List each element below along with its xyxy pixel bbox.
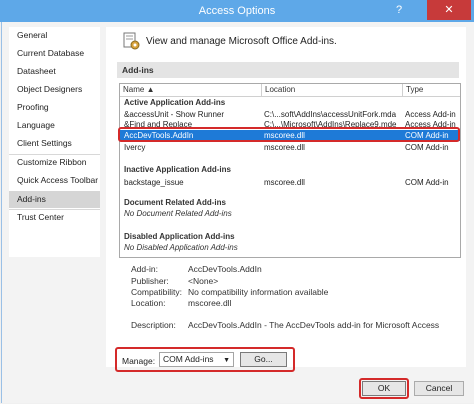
disabled-note: No Disabled Application Add-ins bbox=[124, 243, 238, 252]
sidebar-item-object-designers[interactable]: Object Designers bbox=[9, 81, 100, 98]
addins-table: Name ▲ Location Type Active Application … bbox=[119, 83, 461, 258]
table-row[interactable]: backstage_issue mscoree.dll COM Add-in bbox=[120, 177, 460, 188]
group-active: Active Application Add-ins bbox=[124, 98, 226, 107]
sidebar-item-current-database[interactable]: Current Database bbox=[9, 45, 100, 62]
sidebar-item-quick-access-toolbar[interactable]: Quick Access Toolbar bbox=[9, 172, 100, 189]
manage-select[interactable]: COM Add-ins ▼ bbox=[159, 352, 234, 367]
manage-label: Manage: bbox=[122, 356, 156, 366]
detail-compat-label: Compatibility: bbox=[131, 287, 183, 297]
header-text: View and manage Microsoft Office Add-ins… bbox=[146, 36, 337, 47]
sidebar-item-add-ins[interactable]: Add-ins bbox=[9, 191, 100, 208]
dropdown-arrow-icon: ▼ bbox=[223, 357, 230, 364]
column-header-location[interactable]: Location bbox=[262, 84, 403, 96]
group-disabled: Disabled Application Add-ins bbox=[124, 232, 235, 241]
ok-button[interactable]: OK bbox=[362, 381, 406, 396]
column-header-name[interactable]: Name ▲ bbox=[120, 84, 262, 96]
cell-type: COM Add-in bbox=[405, 143, 449, 152]
cell-name: backstage_issue bbox=[124, 178, 184, 187]
table-row[interactable]: Ivercy mscoree.dll COM Add-in bbox=[120, 142, 460, 153]
sidebar-item-customize-ribbon[interactable]: Customize Ribbon bbox=[9, 154, 100, 171]
detail-compat-value: No compatibility information available bbox=[188, 287, 329, 297]
detail-description-value: AccDevTools.AddIn - The AccDevTools add-… bbox=[188, 320, 440, 330]
detail-addin-value: AccDevTools.AddIn bbox=[188, 264, 262, 274]
detail-location-value: mscoree.dll bbox=[188, 298, 232, 308]
sidebar-item-datasheet[interactable]: Datasheet bbox=[9, 63, 100, 80]
help-button[interactable]: ? bbox=[387, 0, 411, 20]
highlight-selected-row bbox=[118, 127, 460, 142]
group-inactive: Inactive Application Add-ins bbox=[124, 165, 231, 174]
close-button[interactable]: ✕ bbox=[427, 0, 471, 20]
sidebar-item-language[interactable]: Language bbox=[9, 117, 100, 134]
cell-location: mscoree.dll bbox=[264, 178, 305, 187]
detail-publisher-value: <None> bbox=[188, 276, 219, 286]
group-document: Document Related Add-ins bbox=[124, 198, 226, 207]
section-title: Add-ins bbox=[122, 65, 154, 75]
cancel-button[interactable]: Cancel bbox=[414, 381, 464, 396]
manage-select-value: COM Add-ins bbox=[163, 354, 214, 364]
cell-location: mscoree.dll bbox=[264, 143, 305, 152]
cell-name: Ivercy bbox=[124, 143, 146, 152]
title-bar: Access Options ? ✕ bbox=[0, 0, 474, 22]
detail-addin-label: Add-in: bbox=[131, 264, 158, 274]
document-note: No Document Related Add-ins bbox=[124, 209, 232, 218]
section-header: Add-ins bbox=[117, 62, 459, 78]
detail-location-label: Location: bbox=[131, 298, 166, 308]
column-header-type[interactable]: Type bbox=[403, 84, 460, 96]
sidebar-item-general[interactable]: General bbox=[9, 27, 100, 44]
detail-publisher-label: Publisher: bbox=[131, 276, 169, 286]
table-header: Name ▲ Location Type bbox=[120, 84, 460, 97]
sidebar-item-client-settings[interactable]: Client Settings bbox=[9, 135, 100, 152]
sidebar-item-trust-center[interactable]: Trust Center bbox=[9, 209, 100, 226]
go-button[interactable]: Go... bbox=[240, 352, 287, 367]
cell-type: COM Add-in bbox=[405, 178, 449, 187]
addins-gear-icon bbox=[123, 32, 140, 50]
options-sidebar: General Current Database Datasheet Objec… bbox=[9, 27, 100, 257]
detail-description-label: Description: bbox=[131, 320, 176, 330]
sidebar-item-proofing[interactable]: Proofing bbox=[9, 99, 100, 116]
